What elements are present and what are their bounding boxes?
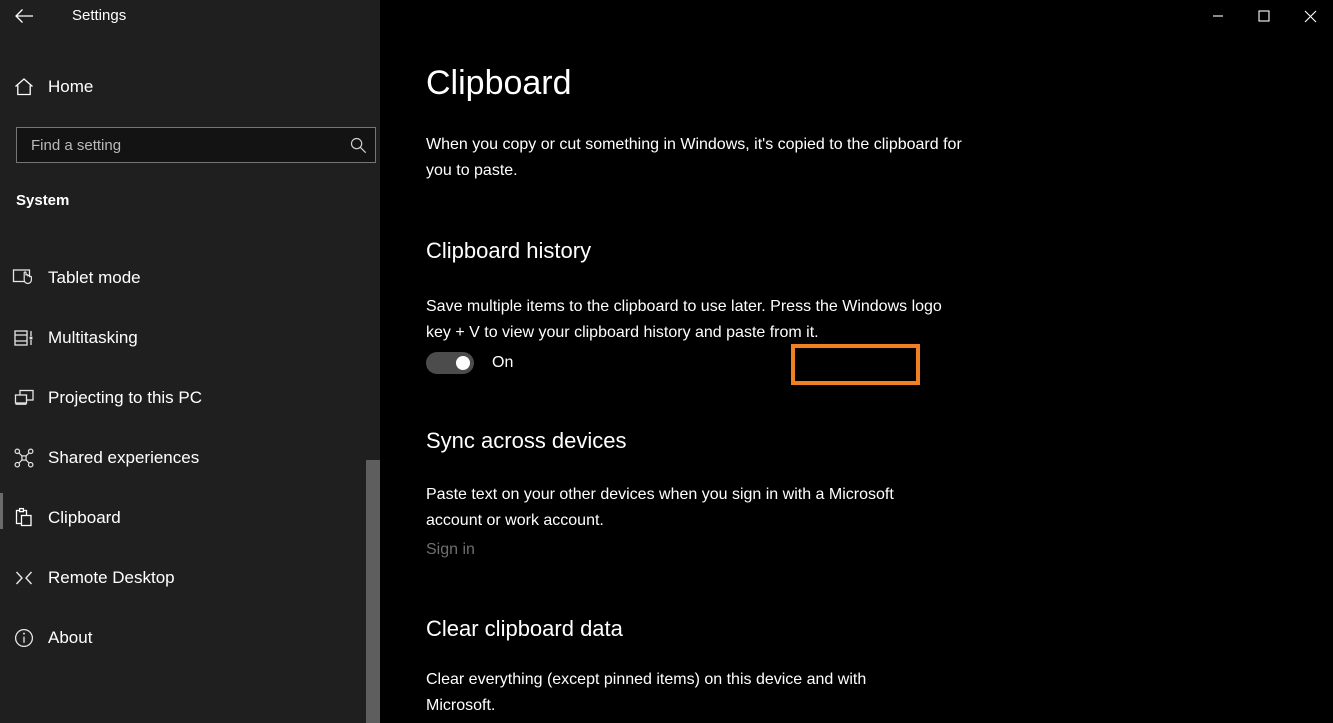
app-title: Settings xyxy=(72,7,127,24)
maximize-icon xyxy=(1258,10,1270,22)
sidebar-item-multitasking[interactable]: Multitasking xyxy=(0,308,380,368)
main-content: Clipboard When you copy or cut something… xyxy=(380,0,1333,723)
sidebar-scrollbar-thumb[interactable] xyxy=(366,460,380,723)
search-input[interactable] xyxy=(17,136,341,154)
sidebar-item-label: Remote Desktop xyxy=(48,568,175,587)
section-description-sync-across-devices: Paste text on your other devices when yo… xyxy=(426,486,894,529)
close-icon xyxy=(1304,10,1316,22)
sidebar-item-label: Multitasking xyxy=(48,328,138,347)
maximize-button[interactable] xyxy=(1241,0,1287,32)
sidebar-item-home[interactable]: Home xyxy=(0,68,380,106)
minimize-icon xyxy=(1213,15,1223,17)
sidebar-item-label: Projecting to this PC xyxy=(48,388,203,407)
sidebar-scrollbar[interactable] xyxy=(366,0,380,723)
projecting-icon xyxy=(0,387,48,409)
toggle-state-label: On xyxy=(492,354,514,371)
page-intro-text: When you copy or cut something in Window… xyxy=(426,136,962,179)
sidebar-item-label: Tablet mode xyxy=(48,268,141,287)
search-box[interactable] xyxy=(16,127,376,163)
sidebar-nav-list: Tablet mode Multitasking Projecting to t… xyxy=(0,248,380,668)
toggle-switch-track[interactable] xyxy=(426,352,474,374)
sidebar-item-about[interactable]: About xyxy=(0,608,380,668)
sidebar-item-shared-experiences[interactable]: Shared experiences xyxy=(0,428,380,488)
clipboard-history-toggle[interactable]: On xyxy=(426,352,513,374)
sidebar-item-label: About xyxy=(48,628,93,647)
section-heading-sync-across-devices: Sync across devices xyxy=(426,428,627,453)
back-button[interactable] xyxy=(0,0,48,32)
sidebar-item-tablet-mode[interactable]: Tablet mode xyxy=(0,248,380,308)
section-heading-clipboard-history: Clipboard history xyxy=(426,238,592,263)
section-heading-clear-clipboard-data: Clear clipboard data xyxy=(426,616,623,641)
sidebar: Home System Tablet mode xyxy=(0,0,380,723)
sidebar-item-projecting-to-this-pc[interactable]: Projecting to this PC xyxy=(0,368,380,428)
sidebar-item-label: Home xyxy=(48,77,94,96)
multitasking-icon xyxy=(0,327,48,349)
section-description-clipboard-history: Save multiple items to the clipboard to … xyxy=(426,298,942,341)
toggle-switch-knob xyxy=(456,356,470,370)
title-bar: Settings xyxy=(0,0,1333,32)
sidebar-group-label: System xyxy=(16,192,70,209)
remote-desktop-icon xyxy=(0,567,48,589)
tablet-mode-icon xyxy=(0,267,48,289)
toggle-highlight-box xyxy=(791,344,920,385)
clipboard-icon xyxy=(0,507,48,529)
shared-experiences-icon xyxy=(0,447,48,469)
sign-in-link[interactable]: Sign in xyxy=(426,541,475,559)
back-arrow-icon xyxy=(15,9,33,23)
sidebar-item-clipboard[interactable]: Clipboard xyxy=(0,488,380,548)
home-icon xyxy=(0,76,48,98)
sidebar-item-label: Clipboard xyxy=(48,508,121,527)
page-title: Clipboard xyxy=(426,64,572,102)
close-button[interactable] xyxy=(1287,0,1333,32)
sidebar-item-remote-desktop[interactable]: Remote Desktop xyxy=(0,548,380,608)
minimize-button[interactable] xyxy=(1195,0,1241,32)
info-icon xyxy=(0,627,48,649)
section-description-clear-clipboard-data: Clear everything (except pinned items) o… xyxy=(426,671,867,714)
sidebar-item-label: Shared experiences xyxy=(48,448,200,467)
